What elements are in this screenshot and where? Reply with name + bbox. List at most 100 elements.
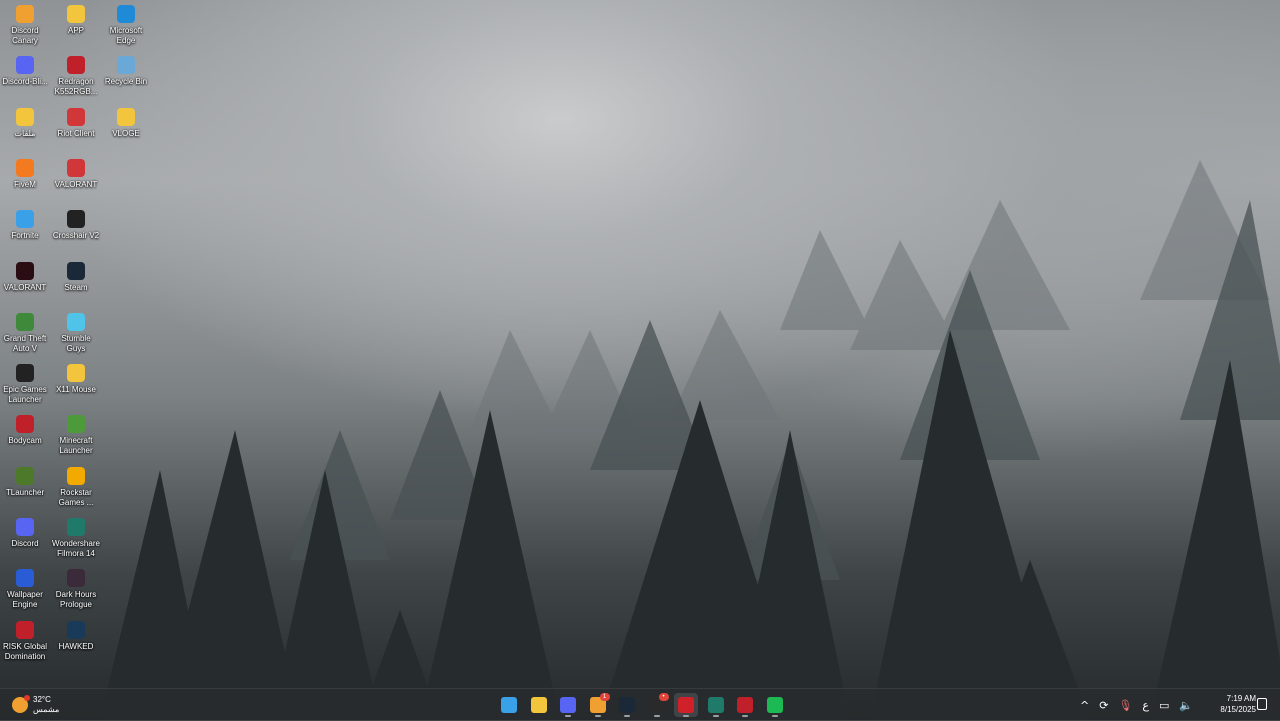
folder-icon — [117, 107, 135, 126]
clock-time: 7:19 AM — [1226, 694, 1256, 703]
desktop-shortcut-label: ملفات — [14, 128, 36, 138]
desktop-shortcut-label: Wallpaper Engine — [7, 590, 43, 610]
notification-center-icon[interactable] — [1257, 698, 1267, 710]
desktop-shortcut-label: Discord-Bli... — [2, 77, 48, 87]
desktop-shortcut-label: Rockstar Games ... — [58, 487, 94, 507]
desktop-shortcut[interactable]: TLauncher — [0, 464, 50, 514]
taskbar-obs-button[interactable]: • — [645, 693, 669, 717]
running-indicator — [594, 715, 601, 717]
filmora-icon — [67, 518, 85, 536]
desktop-shortcut[interactable]: ملفات — [0, 105, 50, 155]
volume-icon[interactable]: 🔈 — [1179, 699, 1193, 712]
clock-date: 8/15/2025 — [1220, 705, 1256, 714]
spotify-icon — [766, 697, 783, 713]
desktop-shortcut-label: Stumble Guys — [61, 333, 91, 353]
tlauncher-icon — [16, 466, 34, 485]
taskbar-spotify-button[interactable] — [763, 693, 787, 717]
desktop-shortcut[interactable]: Stumble Guys — [51, 310, 101, 360]
desktop-shortcut[interactable]: Discord — [0, 515, 50, 565]
taskbar-steam-button[interactable] — [615, 693, 639, 717]
desktop-shortcut-label: Microsoft Edge — [109, 26, 143, 45]
redragon-icon — [67, 56, 85, 75]
desktop-shortcut-label: Redragon K552RGB... — [54, 77, 98, 97]
desktop-shortcut[interactable]: Crosshair V2 — [51, 207, 101, 257]
notification-badge: • — [658, 693, 669, 701]
running-indicator — [683, 715, 689, 717]
desktop-shortcut-label: FiveM — [14, 179, 36, 189]
notification-badge: 1 — [599, 693, 610, 701]
filmora-icon — [707, 697, 724, 713]
desktop-shortcut-label: HAWKED — [58, 641, 94, 651]
steam-icon — [619, 697, 635, 713]
show-hidden-icons-chevron-icon[interactable]: ^ — [1080, 699, 1089, 712]
desktop-shortcut[interactable]: Steam — [51, 259, 101, 309]
desktop-shortcut[interactable]: Redragon K552RGB... — [51, 53, 101, 103]
crosshair-icon — [67, 210, 85, 229]
desktop-shortcut[interactable]: VLOGE — [101, 105, 151, 155]
recycle-bin-icon — [117, 56, 135, 75]
fivem-icon — [16, 158, 34, 177]
desktop-shortcut-label: VALORANT — [54, 179, 98, 189]
desktop-shortcut[interactable]: Bodycam — [0, 412, 50, 462]
taskbar-cheat-app-button[interactable] — [733, 693, 757, 717]
desktop-shortcut[interactable]: Riot Client — [51, 105, 101, 155]
taskbar-discord-canary-button[interactable]: 1 — [586, 693, 610, 717]
weather-condition: مشمس — [33, 705, 60, 714]
desktop-shortcut[interactable]: Recycle Bin — [101, 53, 151, 103]
desktop-shortcut[interactable]: Discord Canary — [0, 2, 50, 52]
windows-start-icon — [501, 697, 517, 713]
discord-canary-icon — [16, 5, 34, 23]
folder-icon — [530, 697, 547, 713]
clock[interactable]: 7:19 AM 8/15/2025 — [1206, 693, 1256, 715]
desktop-shortcut[interactable]: Discord-Bli... — [0, 53, 50, 103]
stumble-guys-icon — [67, 312, 85, 331]
desktop-shortcut-label: X11 Mouse — [56, 385, 96, 395]
sync-icon[interactable]: ⟳ — [1099, 699, 1108, 712]
desktop-shortcut[interactable]: Epic Games Launcher — [0, 361, 50, 411]
desktop-shortcut[interactable]: HAWKED — [51, 618, 101, 668]
desktop-shortcut-label: Crosshair V2 — [52, 231, 100, 241]
dark-hours-icon — [67, 569, 85, 588]
desktop-shortcut[interactable]: Fortnite — [0, 207, 50, 257]
taskbar: 32°C مشمس 1 • ^ ⟳ 🎙 ع ▭ 🔈 7:19 AM 8/15/20… — [0, 688, 1280, 721]
taskbar-opera-button[interactable] — [674, 693, 698, 717]
minecraft-icon — [67, 415, 85, 434]
desktop-shortcut-label: Discord — [11, 539, 39, 548]
desktop-icons: Discord Canary APP Microsoft Edge Discord-B… — [0, 0, 160, 680]
desktop-shortcut[interactable]: Wondershare Filmora 14 — [51, 515, 101, 565]
desktop-shortcut-label: Riot Client — [57, 128, 95, 138]
running-indicator — [653, 715, 660, 717]
desktop-shortcut[interactable]: Microsoft Edge — [101, 2, 151, 52]
desktop-shortcut-label: Epic Games Launcher — [3, 385, 47, 405]
desktop-shortcut[interactable]: Minecraft Launcher — [51, 412, 101, 462]
desktop-shortcut[interactable]: RISK Global Domination — [0, 618, 50, 668]
taskbar-filmora-button[interactable] — [704, 693, 728, 717]
weather-widget[interactable]: 32°C مشمس — [12, 693, 59, 717]
desktop-shortcut[interactable]: Dark Hours Prologue — [51, 566, 101, 616]
taskbar-file-explorer-button[interactable] — [527, 693, 551, 717]
desktop-shortcut-label: VLOGE — [112, 128, 140, 138]
desktop-shortcut[interactable]: VALORANT — [51, 156, 101, 206]
desktop-shortcut[interactable]: VALORANT — [0, 259, 50, 309]
opera-icon — [678, 697, 694, 713]
red-app-icon — [737, 697, 753, 713]
desktop-shortcut[interactable]: Wallpaper Engine — [0, 566, 50, 616]
desktop-shortcut[interactable]: Rockstar Games ... — [51, 464, 101, 514]
risk-icon — [16, 620, 34, 639]
desktop-shortcut[interactable]: FiveM — [0, 156, 50, 206]
desktop-wallpaper — [0, 0, 1280, 720]
steam-icon — [67, 261, 85, 280]
desktop-shortcut[interactable]: APP — [51, 2, 101, 52]
taskbar-start-button[interactable] — [497, 693, 521, 717]
desktop-shortcut-label: VALORANT — [3, 282, 47, 292]
taskbar-discord-button[interactable] — [556, 693, 580, 717]
discord-icon — [560, 697, 576, 713]
weather-temp: 32°C — [33, 695, 51, 704]
desktop-shortcut[interactable]: Grand Theft Auto V — [0, 310, 50, 360]
folder-icon — [16, 107, 34, 126]
network-icon[interactable]: ▭ — [1159, 699, 1169, 712]
microphone-icon[interactable]: 🎙 — [1118, 699, 1132, 712]
desktop-shortcut-label: Grand Theft Auto V — [3, 333, 47, 353]
desktop-shortcut[interactable]: X11 Mouse — [51, 361, 101, 411]
keyboard-language[interactable]: ع — [1142, 699, 1149, 712]
